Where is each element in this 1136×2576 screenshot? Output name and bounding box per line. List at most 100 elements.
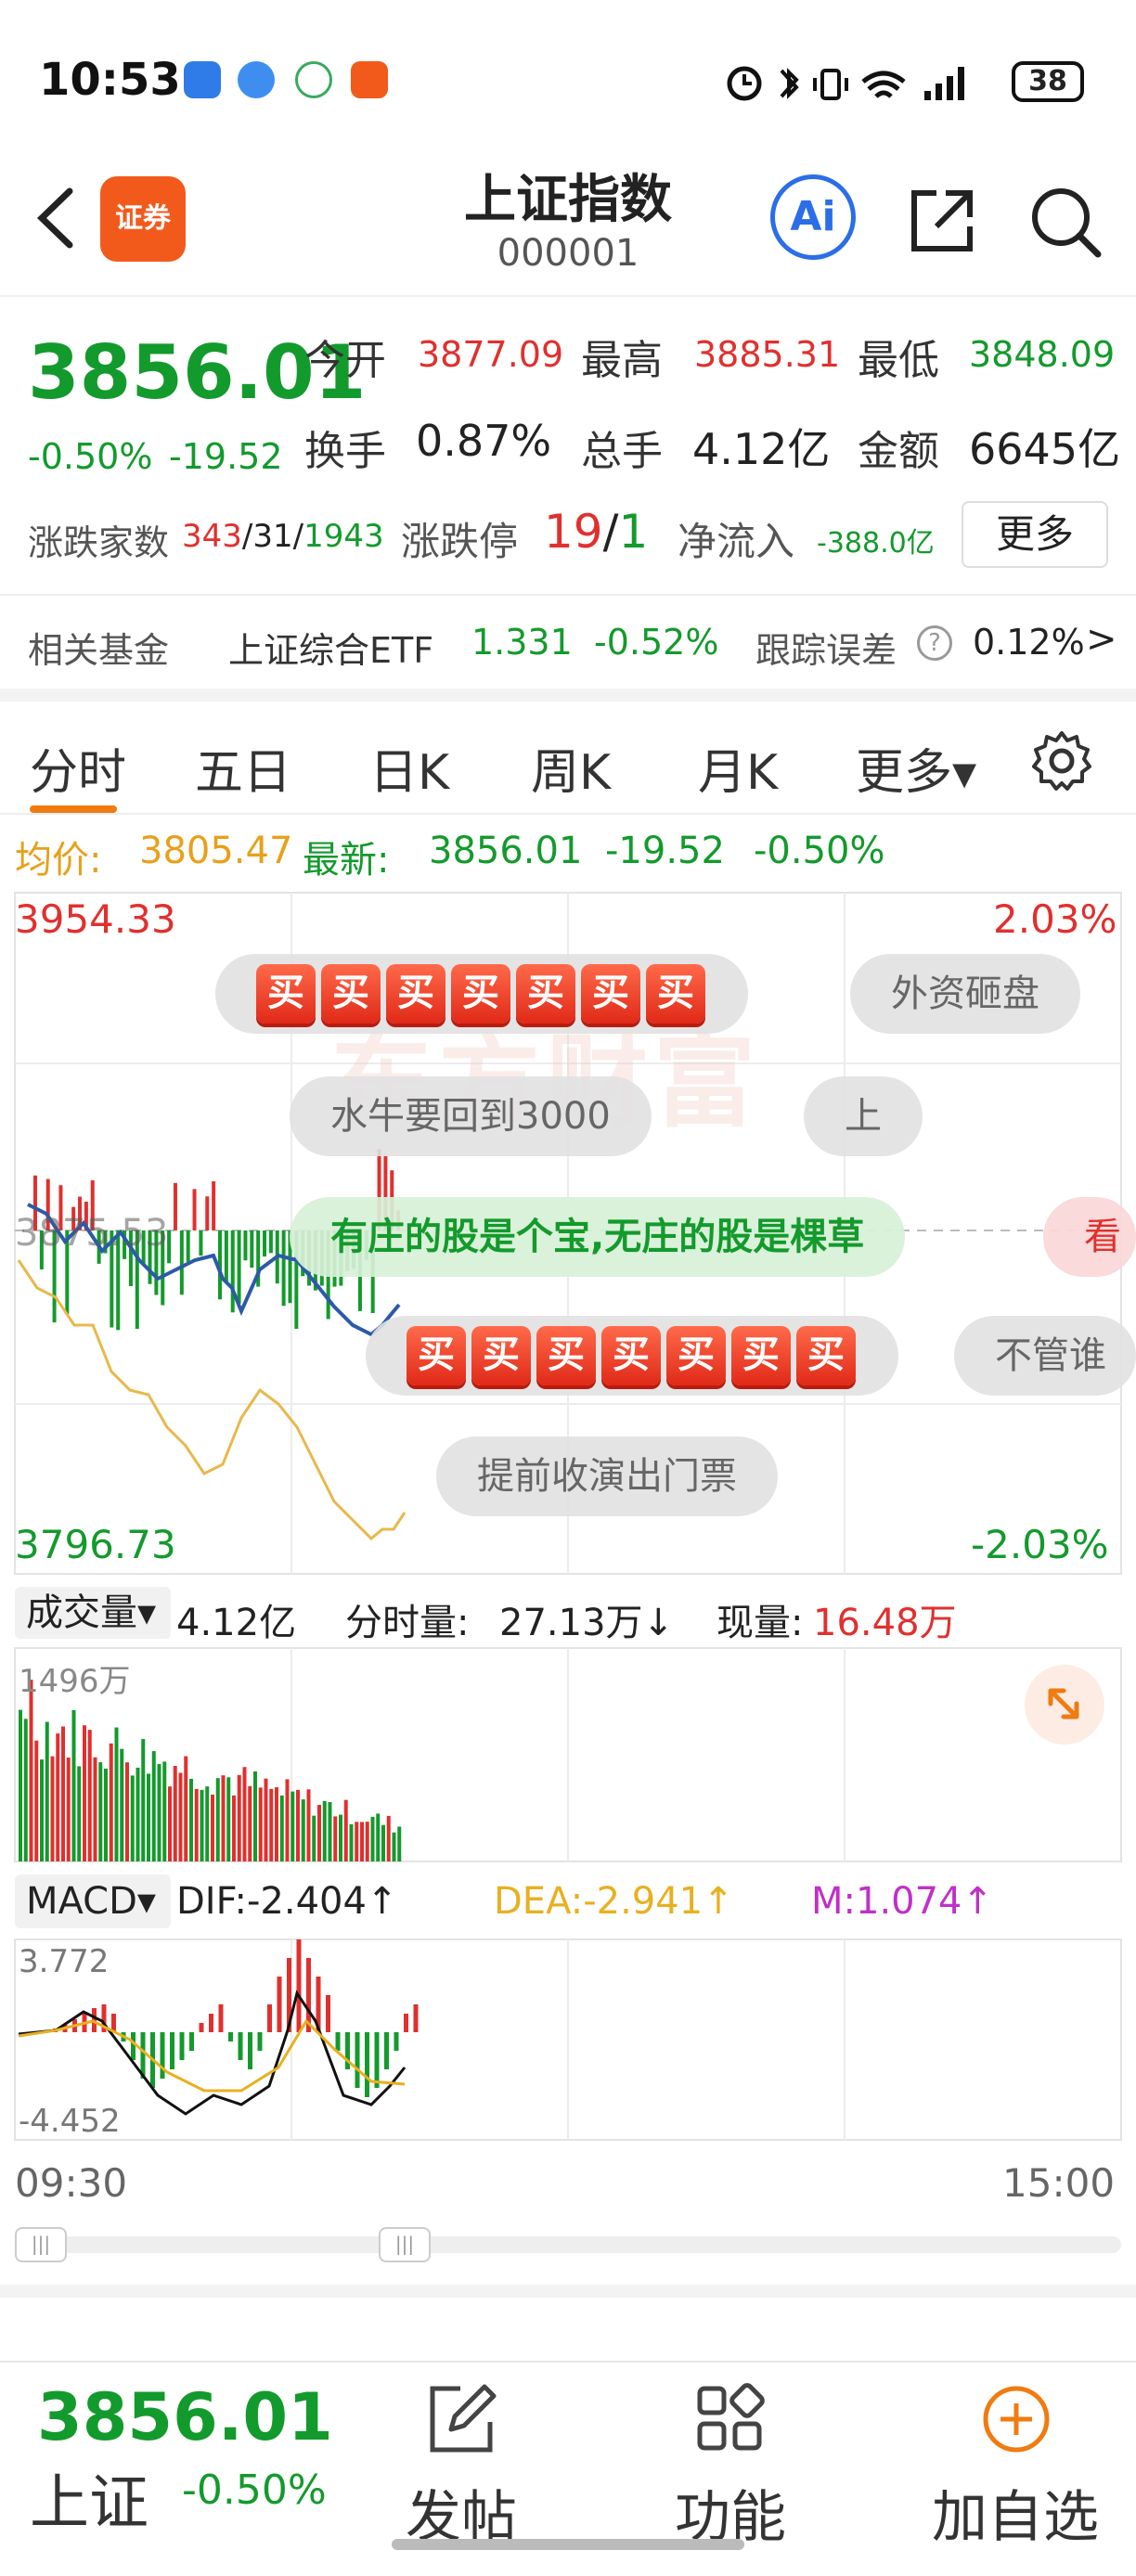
buy-emoji: 买 [407,1326,466,1385]
danmaku-bubble[interactable]: 有庄的股是个宝,无庄的股是棵草 [290,1197,906,1277]
chevron-right-icon: > [1086,618,1117,661]
share-icon[interactable] [905,184,979,258]
avg-label: 均价: [15,839,102,882]
macd-bar [131,2032,136,2060]
danmaku-bubble[interactable]: 上 [804,1076,923,1156]
tab-weekly-k[interactable]: 周K [531,733,611,803]
fund-name: 上证综合ETF [228,630,434,671]
volume-bar [141,1739,146,1861]
tick-volume-value: 27.13万↓ [499,1602,675,1644]
open-value: 3877.09 [418,334,564,375]
turnover-label: 换手 [304,428,386,475]
volume-indicator-select[interactable]: 成交量▾ [15,1587,171,1639]
time-axis-start: 09:30 [15,2160,128,2206]
high-label: 最高 [581,337,663,384]
volume-bar [339,1814,342,1861]
volume-bar [211,1794,214,1861]
latest-change: -19.52 [605,830,725,872]
ai-assistant-button[interactable]: Ai [770,174,856,260]
more-button[interactable]: 更多 [962,501,1108,568]
volume-bar [109,1743,113,1861]
tick-volume-label: 分时量: [345,1602,470,1644]
macd-bar [384,2032,389,2069]
danmaku-bubble[interactable]: 不管谁 [954,1316,1136,1396]
low-label: 最低 [858,337,939,384]
tab-daily-k[interactable]: 日K [369,733,449,803]
netflow-label: 净流入 [678,519,795,564]
macd-bar [218,2004,224,2032]
nav-add-watchlist-label: 加自选 [932,2485,1099,2550]
latest-label: 最新: [303,839,390,882]
tick-flow-bar [250,1230,254,1269]
bottom-index-name: 上证 [30,2469,148,2538]
app-logo[interactable]: 证券 [100,176,186,262]
macd-bar [160,2032,165,2079]
volume-bar [242,1767,247,1861]
page-title: 上证指数 [464,170,672,230]
timeline-scrollbar[interactable] [15,2236,1121,2253]
scrollbar-right-handle[interactable]: ||| [379,2227,431,2262]
current-volume-label: 现量: [716,1602,804,1644]
breadth-down: 1943 [303,518,384,555]
nav-function-button[interactable]: 功能 [652,2374,809,2550]
danmaku-buy-bubble[interactable]: 买 买 买 买 买 买 买 [366,1316,898,1396]
volume-bar [226,1777,231,1861]
tab-monthly-k[interactable]: 月K [698,733,778,803]
settings-gear-icon[interactable] [1030,729,1093,792]
volume-value: 4.12亿 [692,424,831,474]
danmaku-bubble[interactable]: 外资砸盘 [850,954,1080,1034]
danmaku-bubble[interactable]: 水牛要回到3000 [290,1076,652,1156]
volume-bar [93,1757,97,1861]
status-bar: 10:53 38 [0,0,1136,148]
macd-bar [374,2032,380,2088]
tab-intraday[interactable]: 分时 [30,733,126,803]
volume-bar [221,1775,226,1861]
buy-emoji: 买 [321,964,381,1024]
danmaku-bubble[interactable]: 看 [1043,1197,1136,1277]
volume-bar [162,1761,167,1861]
help-icon[interactable]: ? [917,625,952,661]
tick-flow-bar [186,1230,190,1262]
volume-y-max: 1496万 [19,1663,131,1700]
volume-bar [19,1709,22,1861]
macd-indicator-select[interactable]: MACD▾ [15,1874,171,1928]
nav-add-watchlist-button[interactable]: 加自选 [923,2374,1108,2550]
limit-values: 19/1 [544,505,649,559]
volume-bar [120,1748,124,1861]
macd-bar [189,2032,194,2051]
tick-flow-bar [192,1189,197,1230]
macd-bar [228,2032,233,2041]
tab-five-day[interactable]: 五日 [195,733,291,803]
back-arrow-icon[interactable] [28,186,84,251]
buy-emoji: 买 [516,964,575,1024]
expand-icon[interactable] [1025,1665,1104,1745]
edit-icon [430,2384,497,2453]
scrollbar-left-handle[interactable]: ||| [15,2227,67,2262]
volume-bar [355,1822,359,1861]
limit-down: 1 [618,505,649,559]
danmaku-buy-bubble[interactable]: 买 买 买 买 买 买 买 [215,954,748,1034]
related-fund-row[interactable]: 相关基金 上证综合ETF 1.331 -0.52% 跟踪误差 ? 0.12% > [0,594,1136,687]
low-value: 3848.09 [969,334,1116,375]
buy-emoji: 买 [646,964,705,1024]
buy-emoji: 买 [796,1326,856,1385]
search-icon[interactable] [1026,182,1104,260]
volume-bar [296,1789,300,1861]
volume-bar [130,1775,135,1861]
macd-bar [365,2032,369,2097]
nav-post-button[interactable]: 发帖 [382,2374,540,2550]
system-status-icons [727,66,964,101]
latest-value: 3856.01 [429,830,583,872]
macd-bar [296,1939,302,2032]
buy-emoji: 买 [256,964,316,1024]
macd-dif: DIF:-2.404↑ [176,1880,398,1923]
buy-emoji: 买 [451,964,510,1024]
netflow-value: -388.0亿 [817,527,935,560]
volume-bar [275,1787,278,1861]
tab-more[interactable]: 更多▾ [856,733,976,803]
clock: 10:53 [39,54,181,106]
high-value: 3885.31 [694,334,841,375]
tick-flow-bar [224,1230,228,1283]
volume-bar [61,1726,65,1861]
danmaku-bubble[interactable]: 提前收演出门票 [436,1436,778,1516]
